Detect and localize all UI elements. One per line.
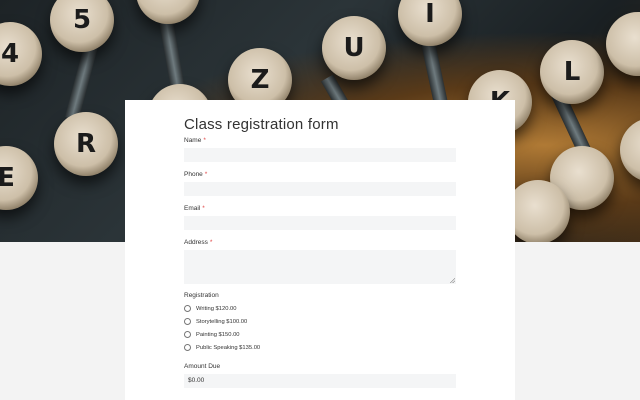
amount-due-field: $0.00 [184, 374, 456, 388]
key-bottom [506, 180, 570, 242]
required-mark: * [202, 205, 205, 212]
key-4: 4 [0, 22, 42, 86]
registration-label: Registration [184, 292, 219, 299]
radio-button[interactable] [184, 305, 191, 312]
key-5: 5 [50, 0, 114, 52]
key-r: R [54, 112, 118, 176]
required-mark: * [203, 137, 206, 144]
radio-option-storytelling[interactable]: Storytelling $100.00 [184, 318, 247, 325]
key-e: E [0, 146, 38, 210]
key-lower-edge [620, 118, 640, 182]
phone-label: Phone * [184, 171, 208, 178]
radio-button[interactable] [184, 344, 191, 351]
amount-due-label: Amount Due [184, 363, 221, 370]
key-u: U [322, 16, 386, 80]
key-i: I [398, 0, 462, 46]
key-l: L [540, 40, 604, 104]
name-label: Name * [184, 137, 206, 144]
radio-button[interactable] [184, 318, 191, 325]
address-field[interactable] [184, 250, 456, 284]
radio-option-writing[interactable]: Writing $120.00 [184, 305, 237, 312]
key-top [136, 0, 200, 24]
email-field[interactable] [184, 216, 456, 230]
name-field[interactable] [184, 148, 456, 162]
amount-due-value: $0.00 [188, 377, 205, 384]
resize-handle[interactable] [450, 278, 455, 283]
radio-option-public-speaking[interactable]: Public Speaking $135.00 [184, 344, 260, 351]
radio-option-painting[interactable]: Painting $150.00 [184, 331, 240, 338]
required-mark: * [204, 171, 208, 178]
registration-form: Class registration form Name * Phone * Ema… [125, 100, 515, 400]
radio-button[interactable] [184, 331, 191, 338]
phone-field[interactable] [184, 182, 456, 196]
key-edge [606, 12, 640, 76]
email-label: Email * [184, 205, 205, 212]
form-title: Class registration form [184, 116, 339, 133]
address-label: Address * [184, 239, 213, 246]
required-mark: * [209, 239, 213, 246]
